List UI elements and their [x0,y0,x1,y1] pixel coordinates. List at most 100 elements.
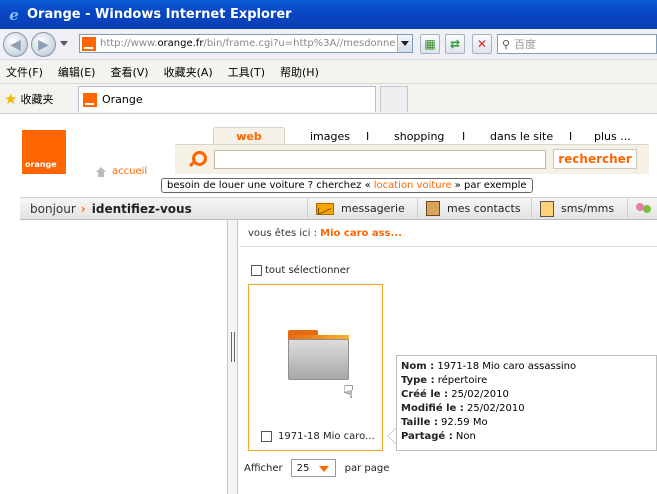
orange-logo[interactable]: orange [22,130,66,174]
sms-icon [540,200,554,217]
menu-edit[interactable]: 编辑(E) [58,64,96,80]
back-button[interactable]: ◀ [3,32,28,57]
menu-help[interactable]: 帮助(H) [280,64,319,80]
menu-view[interactable]: 查看(V) [110,64,148,80]
breadcrumb: vous êtes ici : Mio caro ass... [248,228,402,239]
compatibility-view-button[interactable]: ▦ [420,34,440,54]
info-type: répertoire [437,375,488,386]
favorites-bar: ★ 收藏夹 Orange [0,84,657,114]
select-all[interactable]: tout sélectionner [251,265,350,276]
refresh-icon: ⇄ [449,37,461,51]
tab-shopping[interactable]: shopping [394,130,444,143]
messagerie-link[interactable]: messagerie [307,198,417,219]
info-partage: Non [455,431,476,442]
sms-link[interactable]: sms/mms [531,198,627,219]
internet-explorer-icon: e [9,5,19,24]
sms-label: sms/mms [561,202,615,215]
new-tab-button[interactable] [380,86,408,112]
items-per-page-select[interactable]: 25 [290,459,336,477]
tab-web[interactable]: web [213,127,285,144]
contacts-link[interactable]: mes contacts [417,198,529,219]
folder-icon[interactable] [288,330,349,380]
stop-icon: ✕ [476,37,488,51]
menu-tools[interactable]: 工具(T) [228,64,265,80]
info-modifie: 25/02/2010 [466,403,525,414]
identify-link[interactable]: identifiez-vous [92,202,192,216]
tab-images[interactable]: images [310,130,350,143]
url-host: orange.fr [157,38,204,49]
tab-separator: I [462,130,466,143]
search-icon: ⚲ [502,37,511,51]
search-icon [187,150,207,170]
tab-dans-le-site[interactable]: dans le site [490,130,553,143]
folder-tree-pane[interactable] [20,220,228,494]
tab-separator: I [569,130,573,143]
info-cree: 25/02/2010 [451,389,509,400]
folder-card[interactable]: ☟ 1971-18 Mio caro... [248,284,383,451]
info-nom: 1971-18 Mio caro assassino [437,361,577,372]
pager-suffix: par page [344,462,390,474]
chevron-down-icon [318,466,329,472]
breadcrumb-prefix: vous êtes ici : [248,228,317,239]
history-dropdown-icon[interactable] [60,41,68,46]
tab-separator: I [366,130,370,143]
info-nom-label: Nom : [401,361,435,372]
community-link[interactable] [627,198,657,219]
address-dropdown-button[interactable] [397,35,412,52]
info-cree-label: Créé le : [401,389,449,400]
hint-text-before: besoin de louer une voiture ? cherchez « [167,180,371,191]
select-all-checkbox[interactable] [251,265,262,276]
address-toolbar: ◀ ▶ http://www. orange.fr/bin/frame.cgi?u… [0,29,657,60]
info-type-label: Type : [401,375,435,386]
forward-arrow-icon: ▶ [38,36,49,53]
chevron-down-icon [401,41,409,46]
user-bar: bonjour › identifiez-vous messagerie mes… [20,197,657,220]
folder-name[interactable]: 1971-18 Mio caro... [278,431,375,442]
greeting: bonjour › identifiez-vous [30,202,192,216]
search-box[interactable]: ⚲ 百度 [497,34,657,54]
forward-button[interactable]: ▶ [31,32,56,57]
rechercher-button[interactable]: rechercher [553,149,637,169]
refresh-button[interactable]: ⇄ [445,34,465,54]
back-arrow-icon: ◀ [10,36,21,53]
window-title-bar[interactable]: e Orange - Windows Internet Explorer [0,0,657,29]
favorites-button[interactable]: ★ 收藏夹 [4,90,53,108]
search-hint: besoin de louer une voiture ? cherchez «… [161,178,533,193]
breadcrumb-current: Mio caro ass... [320,228,402,239]
search-panel: rechercher [175,144,649,174]
url-path: /bin/frame.cgi?u=http%3A//mesdonne [203,38,396,49]
bonjour-label: bonjour [30,202,76,216]
hint-text-after: » par exemple [454,180,527,191]
window-title: Orange - Windows Internet Explorer [27,7,292,22]
folder-info-tooltip: Nom : 1971-18 Mio caro assassino Type : … [396,355,657,451]
select-all-label: tout sélectionner [265,265,351,276]
hand-cursor-icon: ☟ [343,382,354,403]
accueil-link[interactable]: accueil [96,166,147,177]
browser-tab-orange[interactable]: Orange [78,86,376,112]
pane-splitter[interactable] [228,220,238,494]
pager-label: Afficher [244,462,283,474]
address-field[interactable]: http://www. orange.fr/bin/frame.cgi?u=htt… [79,34,413,53]
info-modifie-label: Modifié le : [401,403,464,414]
divider [239,246,657,247]
menu-bar: 文件(F) 编辑(E) 查看(V) 收藏夹(A) 工具(T) 帮助(H) [0,60,657,84]
orange-favicon-icon [82,36,96,51]
info-taille-label: Taille : [401,417,438,428]
search-input[interactable] [214,150,546,169]
page-content: orange accueil web images I shopping I d… [0,114,657,494]
chevron-right-icon: › [80,202,86,216]
favorites-label: 收藏夹 [20,93,54,106]
stop-button[interactable]: ✕ [472,34,492,54]
menu-file[interactable]: 文件(F) [6,64,43,80]
hint-link[interactable]: location voiture [374,180,452,191]
items-per-page-value: 25 [296,462,310,474]
folder-checkbox[interactable] [261,431,272,442]
orange-favicon-icon [83,92,97,107]
tab-plus[interactable]: plus ... [594,130,631,143]
tab-title: Orange [102,93,143,106]
people-icon [636,202,652,216]
search-placeholder: 百度 [514,38,537,51]
info-partage-label: Partagé : [401,431,453,442]
menu-favorites[interactable]: 收藏夹(A) [164,64,213,80]
url-prefix: http://www. [100,38,158,49]
